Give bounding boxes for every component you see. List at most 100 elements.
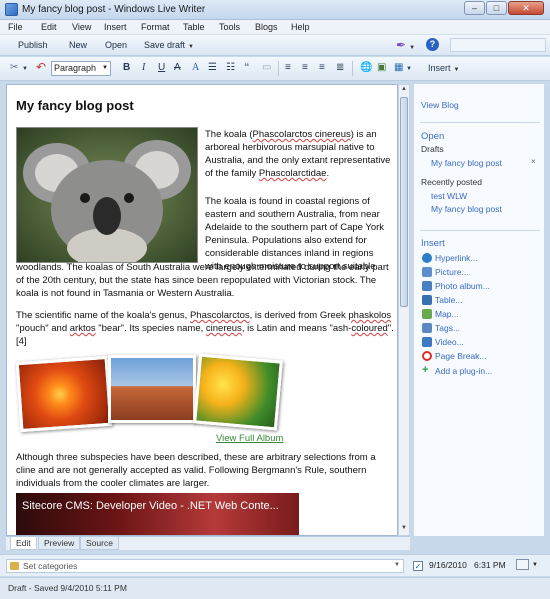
blog-account-box[interactable] — [450, 38, 546, 52]
paragraph-style-value: Paragraph — [54, 63, 97, 73]
insert-photo-album[interactable]: Photo album... — [435, 281, 490, 291]
chevron-down-icon: ▼ — [102, 65, 108, 71]
draft-item[interactable]: My fancy blog post — [431, 158, 502, 168]
insert-page-break[interactable]: Page Break... — [435, 351, 487, 361]
app-icon — [5, 3, 18, 16]
minimize-icon[interactable]: – — [464, 1, 485, 15]
remove-draft-icon[interactable]: × — [531, 157, 536, 166]
tab-edit[interactable]: Edit — [10, 537, 37, 550]
properties-bar: Set categories ▼ ✓ 9/16/2010 6:31 PM ▼ — [0, 554, 550, 576]
view-full-album-link[interactable]: View Full Album — [216, 433, 283, 444]
paragraph-3[interactable]: The scientific name of the koala's genus… — [16, 309, 394, 348]
misspelled-word[interactable]: phaskolos — [348, 310, 391, 321]
hyperlink-icon[interactable]: 🌐 — [360, 62, 372, 73]
scrollbar-thumb[interactable] — [400, 97, 408, 307]
photo-album[interactable] — [15, 353, 283, 435]
close-icon[interactable]: ✕ — [508, 1, 544, 15]
misspelled-word[interactable]: Phascolarctos cinereus — [253, 129, 351, 140]
post-title[interactable]: My fancy blog post — [16, 98, 134, 113]
align-left-icon[interactable]: ≡ — [285, 62, 291, 73]
text-span: The scientific name of the koala's genus… — [16, 310, 190, 321]
page-break-icon — [422, 351, 432, 361]
insert-hyperlink[interactable]: Hyperlink... — [435, 253, 478, 263]
menu-bar: File Edit View Insert Format Table Tools… — [0, 20, 550, 35]
insert-table[interactable]: Table... — [435, 295, 462, 305]
menu-edit[interactable]: Edit — [41, 22, 57, 32]
misspelled-word[interactable]: Phascolarctos — [190, 310, 250, 321]
save-draft-button[interactable]: Save draft ▼ — [144, 40, 194, 50]
maximize-icon[interactable]: □ — [486, 1, 507, 15]
picture-icon[interactable]: ▣ — [377, 62, 386, 73]
menu-file[interactable]: File — [8, 22, 23, 32]
justify-icon[interactable]: ≣ — [336, 62, 344, 73]
italic-button[interactable]: I — [142, 62, 145, 73]
theme-pen-icon[interactable]: ✒ ▼ — [396, 38, 416, 52]
open-button[interactable]: Open — [105, 40, 127, 50]
publish-time[interactable]: 6:31 PM — [474, 560, 506, 570]
align-right-icon[interactable]: ≡ — [319, 62, 325, 73]
strikethrough-button[interactable]: A — [174, 62, 181, 73]
tab-source[interactable]: Source — [80, 537, 119, 550]
album-photo-flower — [15, 355, 113, 433]
publish-date-checkbox[interactable]: ✓ — [413, 561, 423, 571]
categories-field[interactable]: Set categories ▼ — [6, 559, 404, 573]
blockquote-icon[interactable]: ❝ — [244, 62, 249, 73]
recent-item[interactable]: test WLW — [431, 191, 467, 201]
menu-table[interactable]: Table — [183, 22, 205, 32]
tab-preview[interactable]: Preview — [38, 537, 81, 550]
bullet-list-icon[interactable]: ☷ — [226, 62, 235, 73]
font-color-button[interactable]: A — [192, 62, 199, 73]
publish-date[interactable]: 9/16/2010 — [429, 560, 467, 570]
editor-scrollbar[interactable]: ▲ ▼ — [398, 84, 410, 536]
menu-tools[interactable]: Tools — [219, 22, 240, 32]
koala-photo[interactable] — [16, 127, 198, 263]
misspelled-word[interactable]: cinereus — [206, 323, 242, 334]
misspelled-word[interactable]: coloured — [351, 323, 387, 334]
new-button[interactable]: New — [69, 40, 87, 50]
scroll-down-icon[interactable]: ▼ — [400, 525, 408, 533]
scroll-up-icon[interactable]: ▲ — [400, 86, 408, 94]
bold-button[interactable]: B — [123, 62, 130, 73]
menu-view[interactable]: View — [72, 22, 91, 32]
publish-button[interactable]: Publish — [18, 40, 48, 50]
editor-canvas[interactable]: My fancy blog post The koala (Phascolarc… — [6, 84, 398, 536]
hr-icon[interactable]: ▭ — [262, 62, 271, 73]
paragraph-4[interactable]: Although three subspecies have been desc… — [16, 451, 394, 490]
sidebar: View Blog Open Drafts My fancy blog post… — [413, 84, 544, 536]
misspelled-word[interactable]: Phascolarctidae — [259, 168, 327, 179]
view-blog-link[interactable]: View Blog — [421, 100, 459, 110]
insert-tags[interactable]: Tags... — [435, 323, 460, 333]
align-center-icon[interactable]: ≡ — [302, 62, 308, 73]
title-bar: My fancy blog post - Windows Live Writer… — [0, 0, 550, 20]
cut-icon[interactable]: ✂ — [10, 62, 18, 73]
add-plugin-link[interactable]: Add a plug-in... — [435, 366, 492, 376]
calendar-icon[interactable] — [516, 559, 529, 570]
chevron-down-icon: ▼ — [453, 67, 460, 73]
table-dropdown-icon[interactable]: ▼ — [406, 66, 412, 72]
paragraph-style-select[interactable]: Paragraph ▼ — [51, 61, 111, 76]
insert-map[interactable]: Map... — [435, 309, 459, 319]
undo-icon[interactable]: ↶ — [36, 60, 46, 74]
table-icon[interactable]: ▦ — [394, 62, 403, 73]
misspelled-word[interactable]: arktos — [70, 323, 96, 334]
insert-video[interactable]: Video... — [435, 337, 464, 347]
paragraph-1[interactable]: The koala (Phascolarctos cinereus) is an… — [205, 128, 391, 180]
photo-album-icon — [422, 281, 432, 291]
embedded-video[interactable]: Sitecore CMS: Developer Video - .NET Web… — [16, 493, 299, 535]
menu-blogs[interactable]: Blogs — [255, 22, 278, 32]
menu-format[interactable]: Format — [141, 22, 170, 32]
help-icon[interactable]: ? — [426, 38, 439, 51]
open-heading[interactable]: Open — [421, 131, 444, 142]
cut-dropdown-icon[interactable]: ▼ — [22, 66, 28, 72]
numbered-list-icon[interactable]: ☰ — [208, 62, 217, 73]
chevron-down-icon[interactable]: ▼ — [532, 562, 538, 568]
insert-picture[interactable]: Picture... — [435, 267, 469, 277]
status-text: Draft - Saved 9/4/2010 5:11 PM — [8, 583, 127, 593]
insert-menu-button[interactable]: Insert ▼ — [428, 63, 459, 73]
recent-item[interactable]: My fancy blog post — [431, 204, 502, 214]
menu-help[interactable]: Help — [291, 22, 310, 32]
menu-insert[interactable]: Insert — [104, 22, 127, 32]
underline-button[interactable]: U — [158, 62, 165, 73]
paragraph-2-end[interactable]: woodlands. The koalas of South Australia… — [16, 261, 394, 300]
status-bar: Draft - Saved 9/4/2010 5:11 PM — [0, 577, 550, 599]
